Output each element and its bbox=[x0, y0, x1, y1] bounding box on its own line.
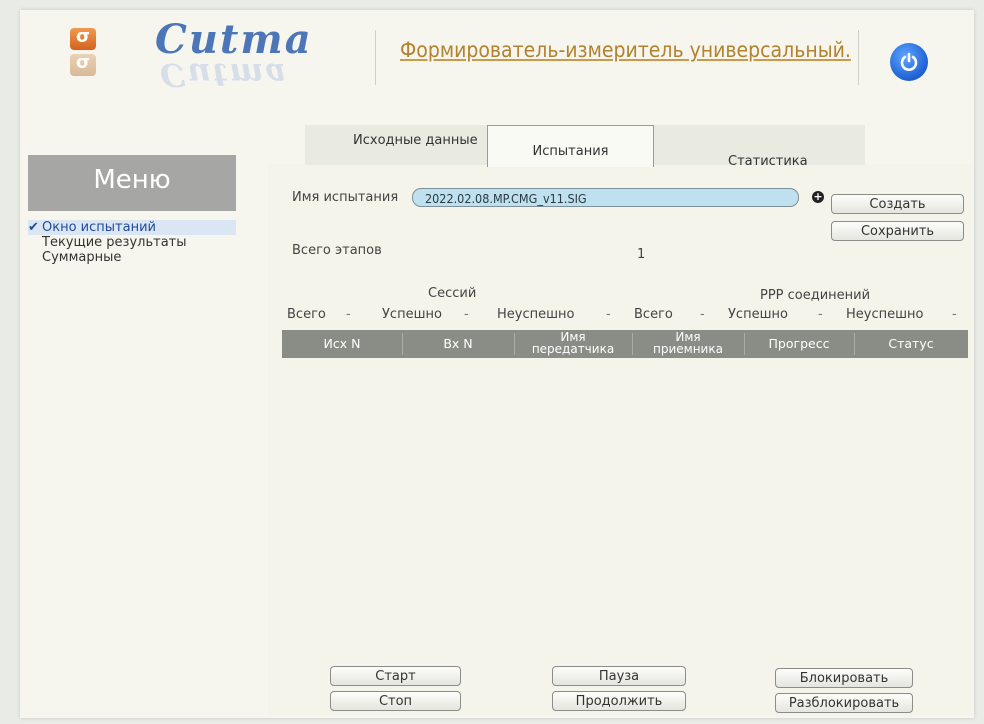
column-header-line: приемника bbox=[653, 342, 723, 356]
column-header-receiver[interactable]: Имя приемника bbox=[632, 330, 744, 359]
header-divider bbox=[375, 30, 376, 85]
sessions-label: Сессий bbox=[428, 286, 477, 301]
header-divider bbox=[858, 30, 859, 85]
sidebar-item-summary[interactable]: Суммарные bbox=[28, 250, 236, 265]
stages-value: 1 bbox=[637, 247, 646, 262]
column-header-transmitter[interactable]: Имя передатчика bbox=[514, 330, 632, 359]
logo-icon-bottom: σ bbox=[70, 52, 96, 76]
ppp-success-value: - bbox=[818, 307, 823, 322]
ppp-label: РРР соединений bbox=[760, 288, 871, 303]
app-window: σ σ Cutma Cutma Формирователь-измеритель… bbox=[20, 10, 974, 718]
sidebar-item-test-window[interactable]: ✔ Окно испытаний bbox=[28, 220, 236, 235]
column-header-progress[interactable]: Прогресс bbox=[744, 330, 854, 358]
sessions-total-value: - bbox=[346, 307, 351, 322]
header: σ σ Cutma Cutma Формирователь-измеритель… bbox=[20, 10, 974, 105]
sessions-success-label: Успешно bbox=[382, 307, 442, 322]
sidebar-item-label: Окно испытаний bbox=[42, 220, 156, 235]
power-button[interactable] bbox=[890, 43, 928, 81]
tab-statistics[interactable]: Статистика bbox=[728, 154, 808, 169]
menu-header: Меню bbox=[28, 155, 236, 211]
stop-button[interactable]: Стоп bbox=[330, 691, 461, 711]
column-header-status[interactable]: Статус bbox=[854, 330, 968, 358]
column-header-in-n[interactable]: Вх N bbox=[402, 330, 514, 358]
column-header-line: передатчика bbox=[531, 342, 615, 356]
create-button[interactable]: Создать bbox=[831, 194, 964, 214]
results-table-header: Исх N Вх N Имя передатчика Имя приемника… bbox=[282, 330, 968, 358]
ppp-fail-value: - bbox=[952, 307, 957, 322]
tab-bar: Исходные данные Испытания Статистика bbox=[305, 125, 865, 169]
column-header-out-n[interactable]: Исх N bbox=[282, 330, 402, 358]
tab-label: Испытания bbox=[532, 144, 609, 159]
plus-icon[interactable]: + bbox=[812, 191, 824, 203]
start-button[interactable]: Старт bbox=[330, 666, 461, 686]
stages-label: Всего этапов bbox=[292, 243, 382, 258]
ppp-total-label: Всего bbox=[634, 307, 673, 322]
test-name-label: Имя испытания bbox=[292, 190, 399, 205]
brand-logo-reflection: Cutma bbox=[160, 56, 289, 94]
save-button[interactable]: Сохранить bbox=[831, 221, 964, 241]
check-icon: ✔ bbox=[28, 220, 39, 235]
app-title: Формирователь-измеритель универсальный. bbox=[400, 38, 851, 62]
ppp-total-value: - bbox=[700, 307, 705, 322]
sidebar-item-label: Текущие результаты bbox=[42, 235, 187, 250]
ppp-success-label: Успешно bbox=[728, 307, 788, 322]
sessions-success-value: - bbox=[464, 307, 469, 322]
sidebar-item-label: Суммарные bbox=[42, 250, 122, 265]
lock-button[interactable]: Блокировать bbox=[775, 668, 913, 688]
power-icon bbox=[900, 52, 918, 71]
sidebar-menu: ✔ Окно испытаний Текущие результаты Сумма… bbox=[28, 220, 236, 265]
resume-button[interactable]: Продолжить bbox=[552, 691, 686, 711]
ppp-fail-label: Неуспешно bbox=[846, 307, 924, 322]
logo-icon-top: σ bbox=[70, 26, 96, 50]
sessions-fail-value: - bbox=[606, 307, 611, 322]
menu-title: Меню bbox=[93, 165, 171, 195]
pause-button[interactable]: Пауза bbox=[552, 666, 686, 686]
tab-source-data[interactable]: Исходные данные bbox=[353, 133, 478, 148]
sessions-fail-label: Неуспешно bbox=[497, 307, 575, 322]
sessions-total-label: Всего bbox=[287, 307, 326, 322]
unlock-button[interactable]: Разблокировать bbox=[775, 693, 913, 713]
test-name-field[interactable]: 2022.02.08.MP.CMG_v11.SIG bbox=[412, 188, 799, 207]
tab-tests[interactable]: Испытания bbox=[487, 125, 654, 167]
sidebar-item-current-results[interactable]: Текущие результаты bbox=[28, 235, 236, 250]
